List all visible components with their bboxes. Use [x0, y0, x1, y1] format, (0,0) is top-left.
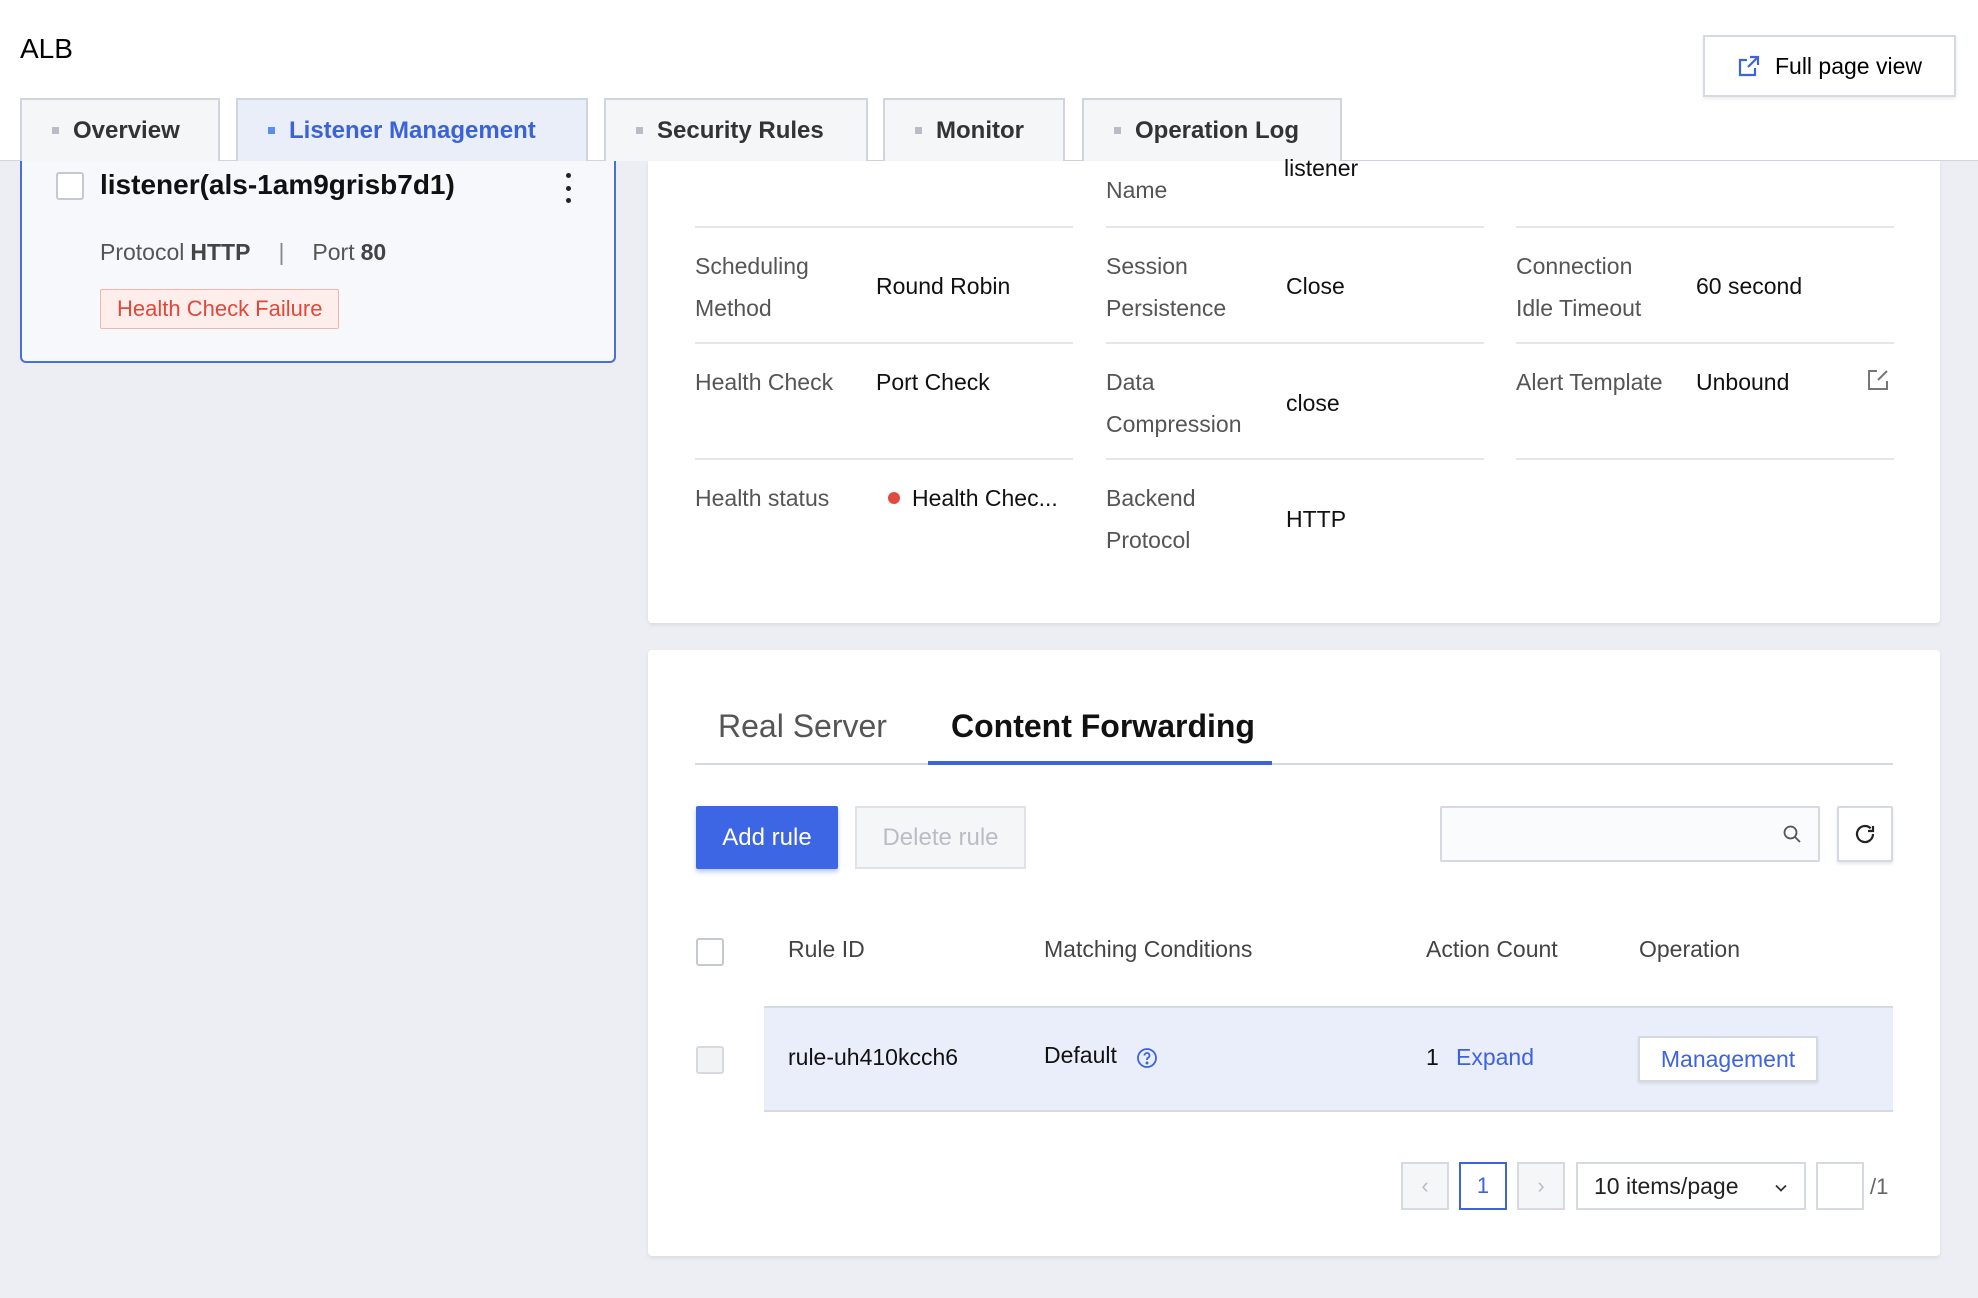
- divider: [1516, 342, 1894, 344]
- tab-content-forwarding[interactable]: Content Forwarding: [951, 708, 1255, 745]
- divider: [695, 458, 1073, 460]
- idle-timeout-value: 60 second: [1696, 273, 1803, 299]
- health-status-label: Health status: [695, 485, 830, 511]
- divider: [1516, 458, 1894, 460]
- column-header-rule-id: Rule ID: [788, 936, 865, 962]
- session-label: Session: [1106, 253, 1188, 279]
- rule-id-cell: rule-uh410kcch6: [788, 1044, 959, 1070]
- divider: [1106, 458, 1484, 460]
- scheduling-label-cont: Method: [695, 295, 772, 321]
- health-check-value: Port Check: [876, 369, 990, 395]
- tab-bullet-icon: [268, 127, 275, 134]
- select-all-checkbox[interactable]: [696, 938, 724, 966]
- tab-security-rules[interactable]: Security Rules: [604, 98, 868, 161]
- tab-label: Operation Log: [1135, 116, 1299, 144]
- chevron-right-icon: ›: [1537, 1173, 1545, 1198]
- forwarding-rules-panel: Real Server Content Forwarding Add rule …: [648, 650, 1940, 1256]
- management-button[interactable]: Management: [1638, 1036, 1818, 1082]
- column-header-operation: Operation: [1639, 936, 1741, 962]
- tab-label: Monitor: [936, 116, 1024, 144]
- alert-template-label: Alert Template: [1516, 369, 1663, 395]
- chevron-left-icon: ‹: [1421, 1173, 1429, 1198]
- backend-protocol-label: Backend: [1106, 485, 1196, 511]
- listener-name: listener(als-1am9grisb7d1): [100, 169, 455, 200]
- listener-meta: Protocol HTTP | Port 80: [100, 239, 386, 266]
- listener-details-panel: listener Name Scheduling Method Round Ro…: [648, 155, 1940, 623]
- refresh-button[interactable]: [1837, 806, 1893, 862]
- backend-protocol-value: HTTP: [1286, 506, 1347, 532]
- edit-icon[interactable]: [1866, 368, 1890, 392]
- prev-page-button: ‹: [1401, 1162, 1449, 1210]
- idle-timeout-label: Connection: [1516, 253, 1633, 279]
- search-box[interactable]: [1440, 806, 1820, 862]
- name-value: listener: [1284, 155, 1359, 181]
- column-header-action-count: Action Count: [1426, 936, 1558, 962]
- tab-label: Security Rules: [657, 116, 824, 144]
- divider: [695, 342, 1073, 344]
- tab-bullet-icon: [52, 127, 59, 134]
- subtab-divider: [695, 763, 1893, 765]
- backend-protocol-label-cont: Protocol: [1106, 527, 1191, 553]
- tab-bullet-icon: [636, 127, 643, 134]
- page-number-button[interactable]: 1: [1459, 1162, 1507, 1210]
- compression-label: Data: [1106, 369, 1155, 395]
- divider: [1106, 342, 1484, 344]
- session-label-cont: Persistence: [1106, 295, 1227, 321]
- scheduling-value: Round Robin: [876, 273, 1011, 299]
- listener-checkbox[interactable]: [56, 172, 84, 200]
- port-value: 80: [360, 239, 387, 265]
- expand-link[interactable]: Expand: [1456, 1044, 1534, 1071]
- protocol-label: Protocol: [100, 239, 185, 265]
- add-rule-button[interactable]: Add rule: [696, 806, 838, 869]
- action-count-cell: 1: [1426, 1044, 1439, 1070]
- scheduling-label: Scheduling: [695, 253, 809, 279]
- compression-label-cont: Compression: [1106, 411, 1242, 437]
- tab-bullet-icon: [915, 127, 922, 134]
- page-jump-input[interactable]: [1816, 1162, 1864, 1210]
- tab-label: Listener Management: [289, 116, 536, 144]
- search-icon[interactable]: [1782, 824, 1802, 844]
- total-pages: /1: [1870, 1174, 1889, 1199]
- delete-rule-button: Delete rule: [855, 806, 1026, 869]
- tab-overview[interactable]: Overview: [20, 98, 220, 161]
- search-input[interactable]: [1442, 808, 1772, 860]
- tab-real-server[interactable]: Real Server: [718, 708, 887, 745]
- active-tab-indicator: [928, 761, 1272, 765]
- tab-label: Overview: [73, 116, 180, 144]
- status-dot-icon: [888, 492, 900, 504]
- session-value: Close: [1286, 273, 1345, 299]
- divider: [1516, 226, 1894, 228]
- header: ALB Full page view Overview Listener Man…: [0, 0, 1978, 161]
- meta-separator: |: [278, 239, 285, 265]
- status-badge: Health Check Failure: [100, 289, 340, 329]
- row-checkbox[interactable]: [696, 1046, 724, 1074]
- more-options-icon[interactable]: [560, 173, 576, 203]
- column-header-matching-conditions: Matching Conditions: [1044, 936, 1253, 962]
- app-title: ALB: [20, 33, 73, 64]
- matching-condition-cell: Default: [1044, 1042, 1117, 1068]
- idle-timeout-label-cont: Idle Timeout: [1516, 295, 1642, 321]
- next-page-button: ›: [1517, 1162, 1565, 1210]
- compression-value: close: [1286, 390, 1340, 416]
- full-page-view-button[interactable]: Full page view: [1703, 35, 1956, 97]
- listener-card[interactable]: listener(als-1am9grisb7d1) Protocol HTTP…: [20, 161, 616, 363]
- refresh-icon: [1855, 824, 1875, 844]
- alert-template-value: Unbound: [1696, 369, 1790, 395]
- port-label: Port: [312, 239, 355, 265]
- help-icon[interactable]: [1136, 1047, 1158, 1069]
- page-size-label: 10 items/page: [1594, 1172, 1739, 1199]
- tab-monitor[interactable]: Monitor: [883, 98, 1065, 161]
- tab-bullet-icon: [1114, 127, 1121, 134]
- health-status-value: Health Chec...: [912, 485, 1058, 511]
- page-size-select[interactable]: 10 items/page: [1576, 1162, 1806, 1210]
- chevron-down-icon: [1775, 1184, 1787, 1192]
- tab-listener-management[interactable]: Listener Management: [236, 98, 588, 161]
- divider: [695, 226, 1073, 228]
- divider: [1106, 226, 1484, 228]
- name-label: Name: [1106, 177, 1168, 203]
- external-link-icon: [1738, 55, 1760, 77]
- full-page-view-label: Full page view: [1774, 52, 1923, 79]
- health-check-label: Health Check: [695, 369, 834, 395]
- protocol-value: HTTP: [190, 239, 251, 265]
